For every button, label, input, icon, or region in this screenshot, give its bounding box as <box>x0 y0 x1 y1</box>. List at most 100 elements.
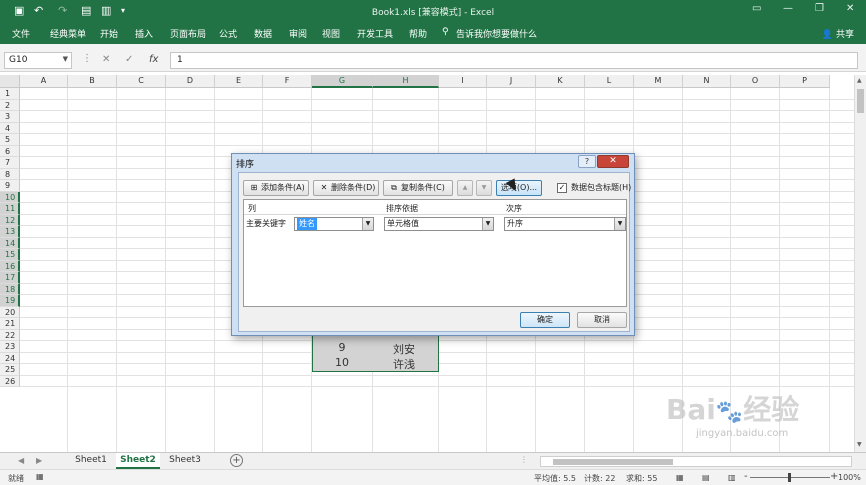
column-header-n[interactable]: N <box>683 75 731 88</box>
restore-icon[interactable]: ❐ <box>815 3 824 14</box>
row-header-20[interactable]: 20 <box>0 306 20 318</box>
zoom-level[interactable]: 100% <box>838 473 861 482</box>
cancel-edit-icon[interactable]: ✕ <box>102 54 110 65</box>
column-header-a[interactable]: A <box>20 75 68 88</box>
sheet-tab-sheet2[interactable]: Sheet2 <box>116 453 160 469</box>
zoom-out-button[interactable]: - <box>744 471 748 482</box>
move-down-button[interactable]: ▼ <box>476 180 492 196</box>
sort-on-select[interactable]: 单元格值 ▼ <box>384 217 494 231</box>
close-button[interactable]: ✕ <box>597 155 629 168</box>
confirm-edit-icon[interactable]: ✓ <box>125 54 133 65</box>
search-icon[interactable]: ⚲ <box>442 27 449 37</box>
row-header-14[interactable]: 14 <box>0 237 20 249</box>
select-all-corner[interactable] <box>0 75 20 88</box>
header-checkbox[interactable]: ✓ <box>557 183 567 193</box>
macro-record-icon[interactable]: ▦ <box>36 472 44 481</box>
row-header-22[interactable]: 22 <box>0 329 20 341</box>
minimize-icon[interactable]: — <box>783 3 793 14</box>
row-header-15[interactable]: 15 <box>0 249 20 261</box>
share-button[interactable]: 👤 共享 <box>822 27 854 40</box>
tab-insert[interactable]: 插入 <box>135 27 153 40</box>
tab-view[interactable]: 视图 <box>322 27 340 40</box>
row-header-11[interactable]: 11 <box>0 203 20 215</box>
row-header-26[interactable]: 26 <box>0 375 20 387</box>
tell-me-box[interactable]: 告诉我你想要做什么 <box>456 27 537 40</box>
tab-split-handle-icon[interactable]: ⋮ <box>520 455 528 464</box>
row-header-10[interactable]: 10 <box>0 191 20 203</box>
vertical-scrollbar[interactable]: ▲ ▼ <box>854 75 866 452</box>
horizontal-scrollbar[interactable] <box>540 456 852 467</box>
cell-name[interactable]: 许浅 <box>374 356 434 372</box>
column-header-l[interactable]: L <box>585 75 634 88</box>
row-header-5[interactable]: 5 <box>0 134 20 146</box>
scroll-up-icon[interactable]: ▲ <box>857 77 862 84</box>
chevron-down-icon[interactable]: ▼ <box>63 55 68 63</box>
row-header-24[interactable]: 24 <box>0 352 20 364</box>
column-header-d[interactable]: D <box>166 75 215 88</box>
close-icon[interactable]: ✕ <box>846 3 854 14</box>
row-header-18[interactable]: 18 <box>0 283 20 295</box>
vertical-scroll-thumb[interactable] <box>857 89 864 113</box>
row-header-4[interactable]: 4 <box>0 122 20 134</box>
normal-view-icon[interactable]: ▦ <box>676 473 684 482</box>
horizontal-scroll-thumb[interactable] <box>553 459 673 465</box>
row-header-17[interactable]: 17 <box>0 272 20 284</box>
delete-level-button[interactable]: ✕ 删除条件(D) <box>313 180 379 196</box>
cell-number[interactable]: 10 <box>312 356 372 369</box>
chevron-down-icon[interactable]: ▼ <box>614 218 625 230</box>
page-break-view-icon[interactable]: ▥ <box>728 473 736 482</box>
cancel-button[interactable]: 取消 <box>577 312 627 328</box>
column-header-f[interactable]: F <box>263 75 312 88</box>
column-header-b[interactable]: B <box>68 75 117 88</box>
row-header-19[interactable]: 19 <box>0 295 20 307</box>
column-header-k[interactable]: K <box>536 75 585 88</box>
tab-help[interactable]: 帮助 <box>409 27 427 40</box>
row-header-3[interactable]: 3 <box>0 111 20 123</box>
column-header-h[interactable]: H <box>373 75 439 88</box>
name-box[interactable]: G10 ▼ <box>4 52 72 69</box>
tab-developer[interactable]: 开发工具 <box>357 27 393 40</box>
column-header-m[interactable]: M <box>634 75 683 88</box>
chevron-down-icon[interactable]: ▼ <box>362 218 373 230</box>
row-header-1[interactable]: 1 <box>0 88 20 100</box>
row-header-2[interactable]: 2 <box>0 99 20 111</box>
cell-number[interactable]: 9 <box>312 341 372 354</box>
move-up-button[interactable]: ▲ <box>457 180 473 196</box>
tab-file[interactable]: 文件 <box>12 27 30 40</box>
row-header-13[interactable]: 13 <box>0 226 20 238</box>
page-layout-view-icon[interactable]: ▤ <box>702 473 710 482</box>
zoom-slider-thumb[interactable] <box>788 473 791 482</box>
sheet-tab-sheet1[interactable]: Sheet1 <box>70 453 112 469</box>
row-header-9[interactable]: 9 <box>0 180 20 192</box>
formula-input[interactable]: 1 <box>170 52 858 69</box>
ok-button[interactable]: 确定 <box>520 312 570 328</box>
help-button[interactable]: ? <box>578 155 596 168</box>
order-select[interactable]: 升序 ▼ <box>504 217 626 231</box>
row-header-25[interactable]: 25 <box>0 364 20 376</box>
row-header-12[interactable]: 12 <box>0 214 20 226</box>
drag-handle-icon[interactable]: ⋮ <box>82 53 92 64</box>
add-level-button[interactable]: ⊞ 添加条件(A) <box>243 180 309 196</box>
sheet-tab-sheet3[interactable]: Sheet3 <box>164 453 206 469</box>
cell-name[interactable]: 刘安 <box>374 341 434 357</box>
tab-review[interactable]: 审阅 <box>289 27 307 40</box>
row-header-16[interactable]: 16 <box>0 260 20 272</box>
column-header-p[interactable]: P <box>780 75 830 88</box>
ribbon-display-icon[interactable]: ▭ <box>752 3 761 14</box>
prev-sheet-icon[interactable]: ◀ <box>18 456 24 465</box>
column-header-g[interactable]: G <box>312 75 373 88</box>
add-sheet-button[interactable]: + <box>230 454 243 467</box>
row-header-23[interactable]: 23 <box>0 341 20 353</box>
sort-column-select[interactable]: 姓名 ▼ <box>294 217 374 231</box>
tab-home[interactable]: 开始 <box>100 27 118 40</box>
row-header-8[interactable]: 8 <box>0 168 20 180</box>
chevron-down-icon[interactable]: ▼ <box>482 218 493 230</box>
header-checkbox-label[interactable]: 数据包含标题(H) <box>571 182 631 193</box>
column-header-i[interactable]: I <box>439 75 487 88</box>
tab-data[interactable]: 数据 <box>254 27 272 40</box>
row-header-7[interactable]: 7 <box>0 157 20 169</box>
next-sheet-icon[interactable]: ▶ <box>36 456 42 465</box>
column-header-e[interactable]: E <box>215 75 263 88</box>
column-header-o[interactable]: O <box>731 75 780 88</box>
scroll-down-icon[interactable]: ▼ <box>857 441 862 448</box>
